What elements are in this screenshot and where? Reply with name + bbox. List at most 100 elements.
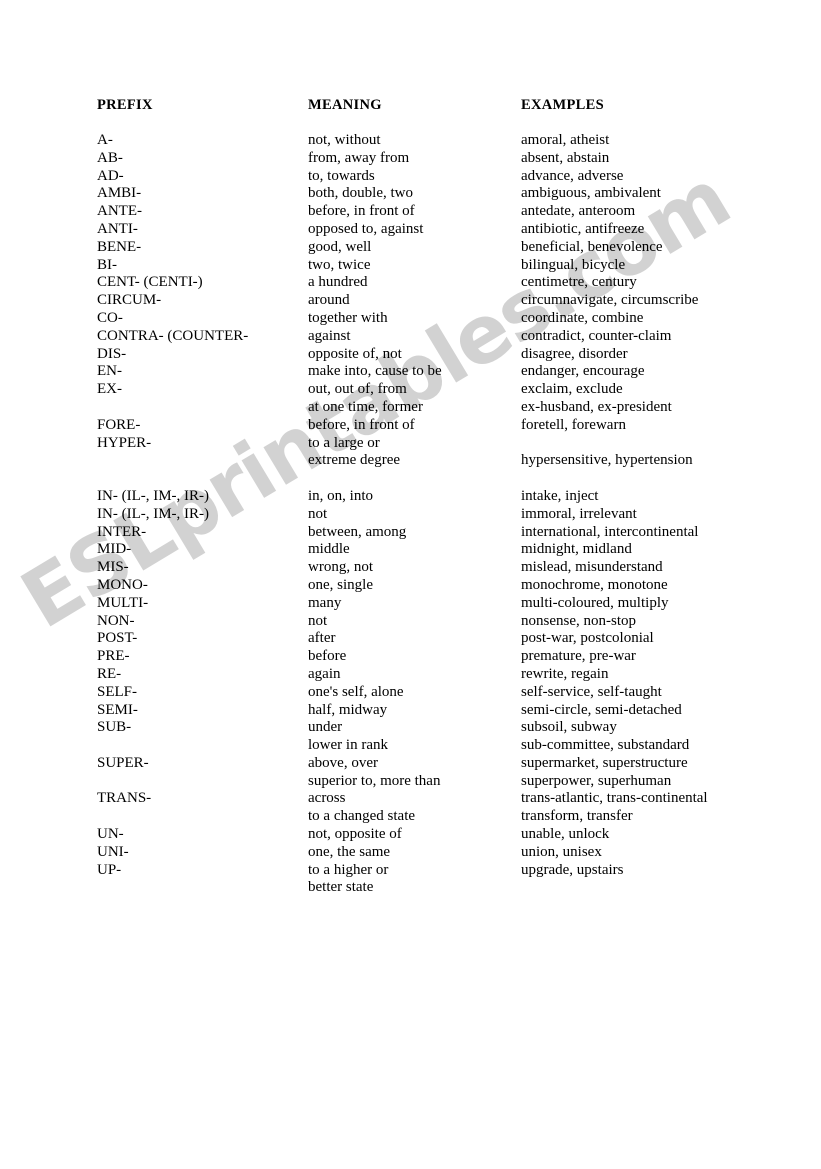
cell-prefix: AD- (97, 167, 124, 184)
cell-examples: bilingual, bicycle (521, 256, 626, 273)
cell-meaning: to a large or (308, 434, 380, 451)
cell-prefix: RE- (97, 665, 122, 682)
table-row: SELF-one's self, alone self-service, self… (97, 684, 757, 702)
cell-prefix: MID- (97, 541, 132, 558)
cell-examples: beneficial, benevolence (521, 238, 663, 255)
table-row: ANTE-before, in front of antedate, antero… (97, 203, 757, 221)
cell-meaning: one, single (308, 576, 373, 593)
cell-meaning: between, among (308, 523, 407, 540)
cell-meaning: out, out of, from (308, 381, 407, 398)
cell-prefix: PRE- (97, 648, 130, 665)
cell-prefix: AMBI- (97, 185, 142, 202)
cell-meaning: many (308, 594, 342, 611)
cell-prefix: CENT- (CENTI-) (97, 274, 203, 291)
cell-prefix: DIS- (97, 345, 127, 362)
cell-meaning: under (308, 719, 343, 736)
cell-meaning: across (308, 790, 346, 807)
cell-prefix: MULTI- (97, 594, 149, 611)
table-row: UN-not, opposite of unable, unlock (97, 826, 757, 844)
cell-examples: upgrade, upstairs (521, 861, 624, 878)
cell-prefix: SUB- (97, 719, 132, 736)
cell-meaning: one's self, alone (308, 683, 404, 700)
cell-examples: immoral, irrelevant (521, 505, 637, 522)
cell-meaning: half, midway (308, 701, 388, 718)
cell-examples: intake, inject (521, 487, 599, 504)
table-row: POST-after post-war, postcolonial (97, 630, 757, 648)
cell-meaning: opposite of, not (308, 345, 402, 362)
cell-prefix: BENE- (97, 238, 142, 255)
cell-examples: mislead, misunderstand (521, 559, 663, 576)
cell-examples: foretell, forewarn (521, 416, 626, 433)
cell-meaning: opposed to, against (308, 220, 424, 237)
table-row: MID-middle midnight, midland (97, 541, 757, 559)
cell-meaning: a hundred (308, 274, 368, 291)
table-row: AB-from, away from absent, abstain (97, 150, 757, 168)
cell-examples: transform, transfer (521, 808, 633, 825)
table-row: UP-to a higher or upgrade, upstairs (97, 862, 757, 880)
table-row: MULTI-many multi-coloured, multiply (97, 595, 757, 613)
cell-prefix: TRANS- (97, 790, 152, 807)
table-row: BENE-good, well beneficial, benevolence (97, 239, 757, 257)
cell-examples: contradict, counter-claim (521, 327, 672, 344)
table-row: ANTI-opposed to, against antibiotic, anti… (97, 221, 757, 239)
table-row: lower in rank sub-committee, substandard (97, 737, 757, 755)
cell-examples: premature, pre-war (521, 648, 636, 665)
cell-examples: circumnavigate, circumscribe (521, 292, 699, 309)
table-row: PRE-before premature, pre-war (97, 648, 757, 666)
cell-examples: unable, unlock (521, 826, 610, 843)
cell-meaning: not, opposite of (308, 826, 402, 843)
cell-meaning: superior to, more than (308, 772, 441, 789)
cell-meaning: lower in rank (308, 737, 388, 754)
cell-meaning: before, in front of (308, 416, 415, 433)
table-row: SEMI-half, midway semi-circle, semi-detac… (97, 702, 757, 720)
table-row: BI-two, twice bilingual, bicycle (97, 257, 757, 275)
cell-meaning: wrong, not (308, 559, 373, 576)
cell-examples: advance, adverse (521, 167, 624, 184)
cell-prefix: UNI- (97, 843, 129, 860)
table-header-row: PREFIX MEANING EXAMPLES (97, 97, 757, 132)
cell-examples: self-service, self-taught (521, 683, 662, 700)
cell-prefix: POST- (97, 630, 138, 647)
cell-meaning: from, away from (308, 149, 410, 166)
table-row: UNI-one, the same union, unisex (97, 844, 757, 862)
cell-prefix: ANTI- (97, 220, 138, 237)
table-row: better state (97, 879, 757, 897)
cell-meaning: one, the same (308, 843, 391, 860)
cell-examples: amoral, atheist (521, 132, 610, 148)
cell-prefix: CONTRA- (COUNTER- (97, 327, 249, 344)
column-header-examples: EXAMPLES (521, 97, 604, 113)
cell-prefix: INTER- (97, 523, 147, 540)
cell-prefix: AB- (97, 149, 123, 166)
cell-prefix: BI- (97, 256, 117, 273)
table-row: extreme degree hypersensitive, hypertensi… (97, 452, 757, 470)
cell-examples: trans-atlantic, trans-continental (521, 790, 708, 807)
table-row: IN- (IL-, IM-, IR-) not immoral, irrelevan… (97, 506, 757, 524)
cell-prefix: MONO- (97, 576, 148, 593)
cell-meaning: again (308, 665, 341, 682)
cell-meaning: before (308, 648, 347, 665)
cell-prefix: A- (97, 132, 113, 148)
cell-prefix: SELF- (97, 683, 138, 700)
cell-meaning: to a changed state (308, 808, 416, 825)
cell-prefix: FORE- (97, 416, 141, 433)
cell-examples: antibiotic, antifreeze (521, 220, 645, 237)
table-row: CO-together with coordinate, combine (97, 310, 757, 328)
table-row: SUB-under subsoil, subway (97, 719, 757, 737)
cell-meaning: make into, cause to be (308, 363, 442, 380)
table-row: at one time, former ex-husband, ex-presid… (97, 399, 757, 417)
table-row-spacer (97, 470, 757, 488)
cell-examples: subsoil, subway (521, 719, 617, 736)
cell-prefix: NON- (97, 612, 135, 629)
table-row: DIS-opposite of, not disagree, disorder (97, 346, 757, 364)
prefix-table: PREFIX MEANING EXAMPLES A-not, without am… (97, 97, 757, 897)
cell-prefix: UP- (97, 861, 122, 878)
cell-meaning: at one time, former (308, 398, 423, 415)
cell-meaning: better state (308, 879, 374, 896)
cell-examples: antedate, anteroom (521, 203, 636, 220)
cell-examples: ex-husband, ex-president (521, 398, 672, 415)
cell-meaning: not (308, 505, 328, 522)
table-row: to a changed state transform, transfer (97, 808, 757, 826)
column-header-prefix: PREFIX (97, 97, 153, 113)
cell-examples: hypersensitive, hypertension (521, 452, 693, 469)
cell-examples: disagree, disorder (521, 345, 628, 362)
